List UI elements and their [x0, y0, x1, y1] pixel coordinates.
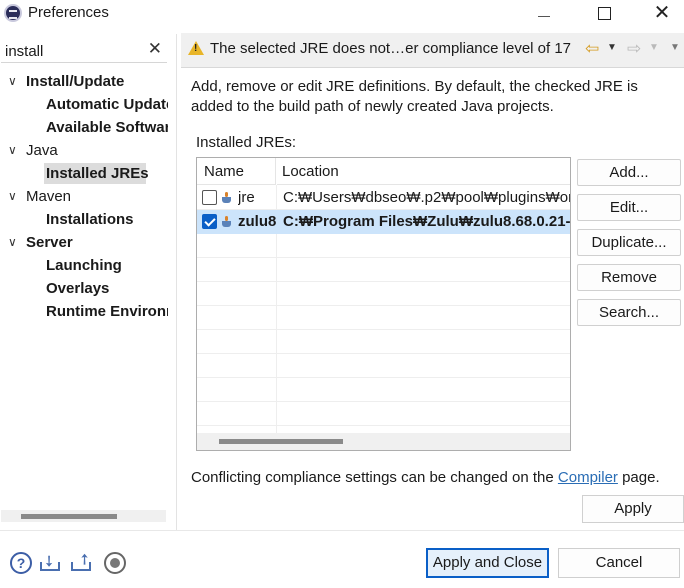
minimize-button[interactable]: [524, 2, 564, 24]
grid-line: [197, 353, 570, 354]
page-description: Add, remove or edit JRE definitions. By …: [191, 78, 638, 115]
warning-icon: [188, 41, 204, 55]
table-horizontal-scrollbar[interactable]: [197, 433, 570, 450]
tree-item-label: Runtime Environments: [46, 303, 168, 320]
tree-item-label: Automatic Updates: [46, 96, 168, 113]
grid-line: [197, 281, 570, 282]
tree-item[interactable]: ∨ Install/Update: [0, 70, 168, 93]
jre-checkbox[interactable]: [202, 214, 217, 229]
jre-location: C:₩Users₩dbseo₩.p2₩pool₩plugins₩org.ecli…: [283, 189, 570, 206]
back-dropdown-icon[interactable]: ▼: [607, 42, 617, 53]
chevron-down-icon[interactable]: ∨: [8, 231, 17, 254]
tree-item-label: Java: [26, 142, 58, 159]
record-icon[interactable]: [104, 552, 126, 574]
filter-box: ✕: [1, 39, 167, 63]
filter-input[interactable]: [5, 41, 145, 61]
scrollbar-thumb[interactable]: [21, 514, 117, 519]
panel-divider[interactable]: [176, 34, 177, 530]
jre-name: jre: [238, 189, 255, 206]
apply-button[interactable]: Apply: [582, 495, 684, 523]
minimize-icon: [538, 15, 550, 17]
column-header-name[interactable]: Name: [197, 158, 276, 185]
add-button[interactable]: Add...: [577, 159, 681, 186]
column-header-location[interactable]: Location: [277, 158, 570, 185]
installed-jres-table: Name Location jre C:₩Users₩dbseo₩.p2₩pool…: [196, 157, 571, 451]
eclipse-app-icon: [4, 4, 22, 22]
jre-location: C:₩Program Files₩Zulu₩zulu8.68.0.21-ca-j…: [283, 213, 571, 230]
tree-item[interactable]: Automatic Updates: [0, 93, 168, 116]
grid-line: [197, 377, 570, 378]
compiler-link[interactable]: Compiler: [558, 469, 618, 486]
back-arrow-icon[interactable]: ⇦: [585, 39, 599, 59]
jre-checkbox[interactable]: [202, 190, 217, 205]
window-title: Preferences: [28, 4, 109, 21]
scrollbar-thumb[interactable]: [219, 439, 343, 444]
jre-name: zulu8.68.0.21-ca-jdk8.0.362-win_x64: [238, 213, 276, 230]
edit-button[interactable]: Edit...: [577, 194, 681, 221]
grid-line: [197, 425, 570, 426]
search-button[interactable]: Search...: [577, 299, 681, 326]
grid-line: [197, 257, 570, 258]
installed-jres-label: Installed JREs:: [196, 134, 297, 151]
import-icon[interactable]: ➘: [38, 551, 62, 574]
table-row[interactable]: zulu8.68.0.21-ca-jdk8.0.362-win_x64 C:₩Pr…: [197, 210, 570, 234]
grid-line: [197, 329, 570, 330]
chevron-down-icon[interactable]: ∨: [8, 139, 17, 162]
jre-icon: [221, 216, 235, 228]
export-icon[interactable]: ➚: [71, 549, 95, 574]
conflict-suffix: page.: [617, 469, 660, 486]
table-row[interactable]: jre C:₩Users₩dbseo₩.p2₩pool₩plugins₩org.e…: [197, 186, 570, 210]
maximize-icon: [597, 6, 611, 20]
close-button[interactable]: ✕: [642, 2, 682, 24]
help-icon[interactable]: ?: [10, 552, 32, 574]
clear-filter-icon[interactable]: ✕: [148, 39, 162, 59]
tree-item[interactable]: Launching: [0, 254, 168, 277]
tree-item-label: Overlays: [46, 280, 110, 297]
conflict-prefix: Conflicting compliance settings can be c…: [191, 469, 558, 486]
forward-arrow-icon[interactable]: ⇨: [627, 39, 641, 59]
tree-item[interactable]: ∨ Server: [0, 231, 168, 254]
tree-item-label: Installations: [46, 211, 134, 228]
cancel-button[interactable]: Cancel: [558, 548, 680, 578]
jre-icon: [221, 192, 235, 204]
grid-line: [197, 305, 570, 306]
tree-item[interactable]: ∨ Java: [0, 139, 168, 162]
chevron-down-icon[interactable]: ∨: [8, 70, 17, 93]
chevron-down-icon[interactable]: ∨: [8, 185, 17, 208]
forward-dropdown-icon[interactable]: ▼: [649, 42, 659, 53]
conflict-message: Conflicting compliance settings can be c…: [191, 469, 660, 486]
remove-button[interactable]: Remove: [577, 264, 681, 291]
tree-item-label: Install/Update: [26, 73, 125, 90]
title-bar: Preferences ✕: [0, 0, 684, 26]
tree-item[interactable]: Runtime Environments: [0, 300, 168, 323]
duplicate-button[interactable]: Duplicate...: [577, 229, 681, 256]
sidebar-horizontal-scrollbar[interactable]: [1, 510, 166, 522]
grid-line: [197, 401, 570, 402]
tree-item-label: Available Software Sites: [46, 119, 168, 136]
tree-item-label: Maven: [26, 188, 72, 205]
tree-item-label: Installed JREs: [46, 165, 149, 182]
preference-tree: ∨ Install/Update Automatic Updates Availabl…: [0, 70, 176, 323]
message-text: The selected JRE does not…er compliance …: [210, 40, 572, 57]
maximize-button[interactable]: [584, 2, 624, 24]
preferences-sidebar: ✕ ∨ Install/Update Automatic Updates Availa…: [0, 34, 176, 530]
tree-item[interactable]: Overlays: [0, 277, 168, 300]
message-separator: [181, 67, 684, 68]
tree-item[interactable]: ∨ Maven: [0, 185, 168, 208]
tree-item-label: Launching: [46, 257, 122, 274]
message-area: The selected JRE does not…er compliance …: [181, 33, 684, 67]
close-icon: ✕: [653, 2, 671, 24]
tree-item[interactable]: Installed JREs: [0, 162, 168, 185]
view-menu-icon[interactable]: ▼: [670, 42, 680, 53]
tree-item-label: Server: [26, 234, 73, 251]
tree-item[interactable]: Installations: [0, 208, 168, 231]
footer-separator: [0, 530, 684, 531]
apply-and-close-button[interactable]: Apply and Close: [426, 548, 549, 578]
tree-item[interactable]: Available Software Sites: [0, 116, 168, 139]
